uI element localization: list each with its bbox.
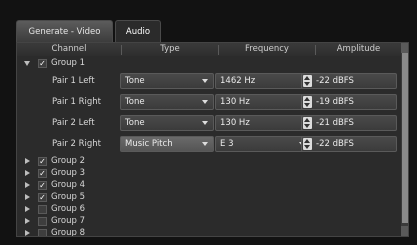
- channel-label: Pair 1 Right: [52, 97, 102, 107]
- up-down-arrows-icon[interactable]: [303, 96, 312, 108]
- amplitude-stepper[interactable]: -19 dBFS: [301, 94, 397, 110]
- group-row-group-6: Group 6: [17, 203, 401, 215]
- group-row-group-3: ✓ Group 3: [17, 167, 401, 179]
- type-dropdown[interactable]: Tone: [120, 94, 214, 110]
- column-header-channel[interactable]: Channel: [17, 43, 121, 56]
- group-7-checkbox[interactable]: [38, 217, 47, 226]
- table-row-pair-1-left: Pair 1 Left Tone 1462 Hz -22 dBFS: [17, 72, 401, 91]
- column-header-frequency[interactable]: Frequency: [219, 43, 315, 56]
- group-label: Group 2: [51, 156, 85, 166]
- expand-triangle-icon[interactable]: [25, 170, 30, 176]
- expand-triangle-icon[interactable]: [25, 194, 30, 200]
- tab-generate-video[interactable]: Generate - Video: [16, 20, 113, 42]
- group-3-checkbox[interactable]: ✓: [38, 169, 47, 178]
- amplitude-value: -22 dBFS: [316, 139, 354, 149]
- type-value: Tone: [125, 97, 145, 107]
- chevron-down-icon: [202, 79, 208, 83]
- type-value: Tone: [125, 76, 145, 86]
- table-row-pair-2-right: Pair 2 Right Music Pitch E 3 -22 dBFS: [17, 135, 401, 154]
- column-header-type[interactable]: Type: [122, 43, 218, 56]
- group-8-checkbox[interactable]: [38, 229, 47, 236]
- expand-triangle-icon[interactable]: [25, 158, 30, 164]
- audio-generator-panel: Channel Type Frequency Amplitude ✓ Group…: [16, 42, 409, 237]
- frequency-dropdown[interactable]: E 3: [215, 136, 311, 152]
- type-dropdown[interactable]: Tone: [120, 73, 214, 89]
- frequency-field[interactable]: 1462 Hz: [215, 73, 311, 89]
- amplitude-stepper[interactable]: -22 dBFS: [301, 136, 397, 152]
- group-label: Group 1: [51, 58, 85, 68]
- channel-label: Pair 2 Left: [52, 118, 95, 128]
- type-value: Tone: [125, 118, 145, 128]
- group-row-group-5: ✓ Group 5: [17, 191, 401, 203]
- group-4-checkbox[interactable]: ✓: [38, 181, 47, 190]
- chevron-down-icon: [202, 100, 208, 104]
- up-down-arrows-icon[interactable]: [303, 75, 312, 87]
- amplitude-value: -21 dBFS: [316, 118, 354, 128]
- scroll-down-button[interactable]: [401, 226, 408, 236]
- group-6-checkbox[interactable]: [38, 205, 47, 214]
- group-label: Group 5: [51, 192, 85, 202]
- group-label: Group 6: [51, 204, 85, 214]
- amplitude-value: -19 dBFS: [316, 97, 354, 107]
- chevron-down-icon: [202, 142, 208, 146]
- chevron-down-icon: [202, 121, 208, 125]
- frequency-value: 130 Hz: [220, 97, 250, 107]
- group-label: Group 7: [51, 216, 85, 226]
- expand-triangle-icon[interactable]: [25, 218, 30, 224]
- amplitude-value: -22 dBFS: [316, 76, 354, 86]
- tab-audio[interactable]: Audio: [115, 20, 161, 42]
- group-row-group-7: Group 7: [17, 215, 401, 227]
- frequency-value: 130 Hz: [220, 118, 250, 128]
- frequency-field[interactable]: 130 Hz: [215, 94, 311, 110]
- frequency-value: 1462 Hz: [220, 76, 256, 86]
- up-down-arrows-icon[interactable]: [303, 117, 312, 129]
- amplitude-stepper[interactable]: -21 dBFS: [301, 115, 397, 131]
- type-value: Music Pitch: [125, 139, 173, 149]
- type-dropdown[interactable]: Music Pitch: [120, 136, 214, 152]
- scroll-up-button[interactable]: [401, 43, 408, 53]
- channel-label: Pair 2 Right: [52, 139, 102, 149]
- collapse-triangle-icon[interactable]: [24, 61, 30, 66]
- group-2-checkbox[interactable]: ✓: [38, 157, 47, 166]
- group-label: Group 3: [51, 168, 85, 178]
- expand-triangle-icon[interactable]: [25, 206, 30, 212]
- channel-label: Pair 1 Left: [52, 76, 95, 86]
- group-label: Group 8: [51, 228, 85, 237]
- frequency-field[interactable]: 130 Hz: [215, 115, 311, 131]
- group-1-checkbox[interactable]: ✓: [38, 59, 47, 68]
- frequency-value: E 3: [220, 139, 234, 149]
- table-row-pair-2-left: Pair 2 Left Tone 130 Hz -21 dBFS: [17, 114, 401, 133]
- column-header-amplitude[interactable]: Amplitude: [316, 43, 401, 56]
- group-row-group-8: Group 8: [17, 227, 401, 237]
- group-row-group-1: ✓ Group 1: [17, 57, 401, 69]
- group-row-group-4: ✓ Group 4: [17, 179, 401, 191]
- table-row-pair-1-right: Pair 1 Right Tone 130 Hz -19 dBFS: [17, 93, 401, 112]
- expand-triangle-icon[interactable]: [25, 230, 30, 236]
- vertical-scrollbar[interactable]: [401, 43, 408, 236]
- expand-triangle-icon[interactable]: [25, 182, 30, 188]
- group-row-group-2: ✓ Group 2: [17, 155, 401, 167]
- group-5-checkbox[interactable]: ✓: [38, 193, 47, 202]
- amplitude-stepper[interactable]: -22 dBFS: [301, 73, 397, 89]
- table-header: Channel Type Frequency Amplitude: [17, 43, 401, 56]
- scrollbar-thumb[interactable]: [402, 53, 408, 223]
- group-label: Group 4: [51, 180, 85, 190]
- up-down-arrows-icon[interactable]: [303, 138, 312, 150]
- type-dropdown[interactable]: Tone: [120, 115, 214, 131]
